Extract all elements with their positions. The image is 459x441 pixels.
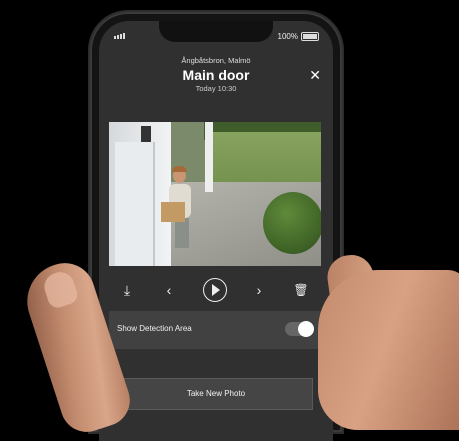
palm: [318, 270, 459, 430]
door: [115, 142, 155, 266]
battery-icon: [301, 32, 319, 41]
status-right: 100%: [278, 32, 319, 41]
trash-icon[interactable]: 🗑: [289, 275, 313, 305]
location-label: Ångbåtsbron, Malmö: [181, 56, 251, 65]
bush: [263, 192, 321, 254]
lamp: [141, 126, 151, 142]
camera-snapshot: [109, 122, 321, 266]
page-title: Main door: [182, 67, 250, 83]
person-cap: [172, 166, 187, 172]
signal-icon: [114, 33, 125, 39]
phone-frame: 100% Ångbåtsbron, Malmö Main door Today …: [90, 12, 342, 441]
package: [161, 202, 185, 222]
detection-area-toggle[interactable]: [285, 321, 314, 337]
notch: [159, 21, 273, 42]
person-legs: [175, 218, 189, 248]
detection-area-label: Show Detection Area: [117, 324, 192, 333]
download-icon[interactable]: ⤓: [115, 275, 139, 305]
thumb-nail: [40, 268, 80, 311]
chevron-right-icon[interactable]: ›: [249, 275, 269, 305]
phone-screen: 100% Ångbåtsbron, Malmö Main door Today …: [99, 21, 333, 441]
playback-controls: ⤓ ‹ › 🗑: [99, 275, 333, 305]
detection-area-row: Show Detection Area: [109, 311, 321, 349]
pillar: [205, 122, 213, 192]
close-icon[interactable]: ✕: [309, 67, 321, 84]
play-icon[interactable]: [203, 278, 227, 302]
take-new-photo-button[interactable]: Take New Photo: [119, 378, 313, 410]
battery-percent: 100%: [277, 32, 298, 41]
chevron-left-icon[interactable]: ‹: [159, 275, 179, 305]
timestamp: Today 10:30: [195, 84, 237, 93]
